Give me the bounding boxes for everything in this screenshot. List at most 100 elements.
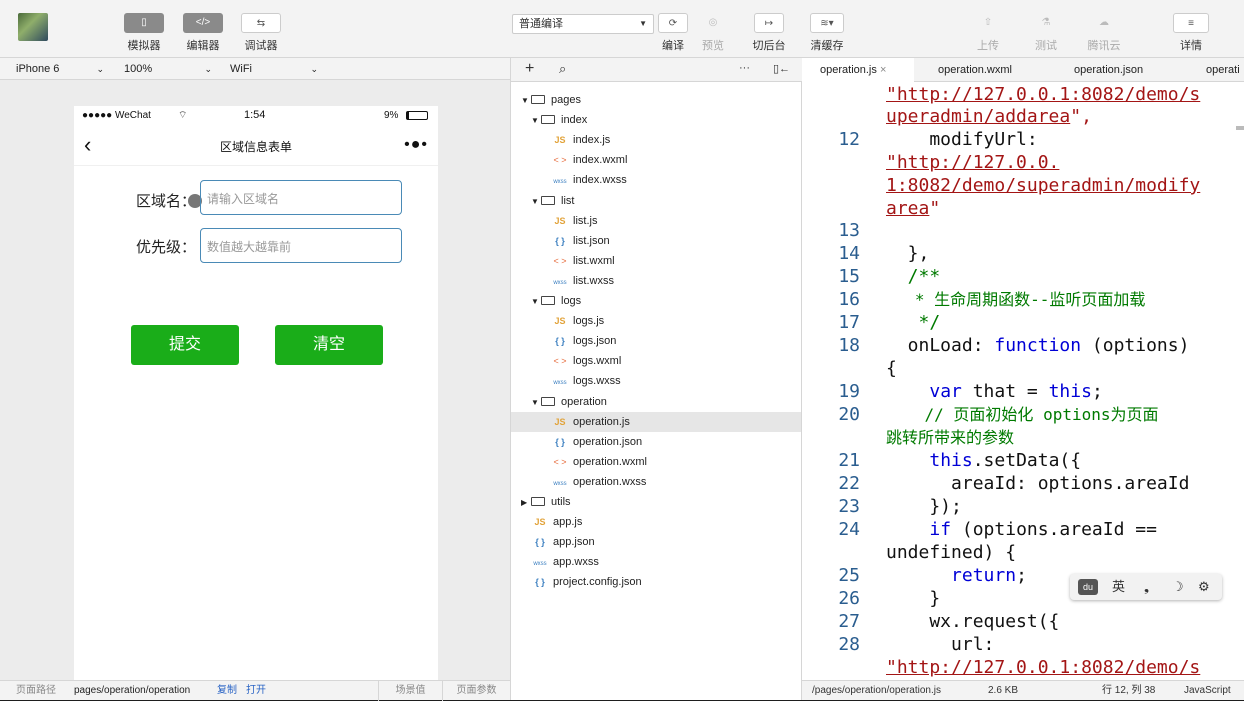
file-item[interactable]: { } app.json (511, 532, 801, 552)
tab-operation-more[interactable]: operati (1206, 58, 1240, 82)
editor-status-bar: /pages/operation/operation.js 2.6 KB 行 1… (802, 680, 1244, 700)
layers-icon: ≋▾ (810, 13, 844, 33)
cloud-icon: ☁ (1099, 17, 1109, 28)
file-name: list.js (573, 214, 598, 227)
area-name-input[interactable]: 请输入区域名 (200, 180, 402, 215)
flask-icon: ⚗ (1041, 17, 1051, 28)
file-item[interactable]: JS logs.js (511, 311, 801, 331)
cursor-position[interactable]: 行 12, 列 38 (1102, 681, 1155, 701)
file-item[interactable]: < > list.wxml (511, 251, 801, 271)
file-item[interactable]: JS list.js (511, 211, 801, 231)
string-token: "http://127.0.0.1:8082/demo/s (886, 657, 1201, 678)
keyword-token: return (951, 565, 1017, 586)
file-item[interactable]: < > index.wxml (511, 150, 801, 170)
page-params-button[interactable]: 页面参数 (442, 681, 510, 701)
moon-icon[interactable]: ☽ (1172, 574, 1184, 600)
file-item[interactable]: wxss operation.wxss (511, 472, 801, 492)
code-line: }); (886, 496, 962, 517)
collapse-icon[interactable]: ▯← (773, 62, 790, 75)
editor-button[interactable]: </> 编辑器 (173, 13, 233, 53)
details-button[interactable]: ≡ 详情 (1161, 13, 1221, 53)
file-item[interactable]: { } project.config.json (511, 572, 801, 592)
zoom-select[interactable]: 100% ⌄ (124, 58, 212, 80)
copy-link[interactable]: 复制 (217, 681, 237, 701)
more-icon[interactable]: ··· (739, 62, 750, 74)
backend-button[interactable]: ↦ 切后台 (740, 13, 798, 53)
submit-button[interactable]: 提交 (131, 325, 239, 365)
file-item[interactable]: < > operation.wxml (511, 452, 801, 472)
wifi-icon: ⌔ (178, 110, 188, 121)
tab-operation-json[interactable]: operation.json (1074, 58, 1143, 82)
scrollbar-thumb[interactable] (1236, 126, 1244, 130)
upload-button[interactable]: ⇧ 上传 (958, 13, 1018, 53)
folder-item[interactable]: ▼ index (511, 110, 801, 130)
json-file-icon: { } (555, 235, 565, 246)
open-link[interactable]: 打开 (246, 681, 266, 701)
caret-down-icon[interactable]: ▼ (521, 91, 531, 111)
file-item[interactable]: wxss index.wxss (511, 170, 801, 190)
file-item[interactable]: { } operation.json (511, 432, 801, 452)
simulator-button[interactable]: ▯ 模拟器 (114, 13, 174, 53)
json-file-icon: { } (555, 436, 565, 447)
caret-down-icon[interactable]: ▼ (531, 192, 541, 212)
file-name: logs.json (573, 335, 617, 348)
file-item[interactable]: wxss app.wxss (511, 552, 801, 572)
test-button[interactable]: ⚗ 测试 (1016, 13, 1076, 53)
file-item[interactable]: < > logs.wxml (511, 351, 801, 371)
file-name: list (561, 194, 575, 207)
caret-down-icon[interactable]: ▼ (531, 292, 541, 312)
ime-language-toggle[interactable]: 英 (1112, 574, 1125, 600)
code-line: "http://127.0.0.1:8082/demo/s (886, 84, 1200, 106)
line-number: 14 (838, 243, 860, 264)
device-select[interactable]: iPhone 6 ⌄ (16, 58, 104, 80)
file-item[interactable]: JS operation.js (511, 411, 801, 432)
gear-icon[interactable]: ⚙ (1198, 574, 1210, 600)
network-value: WiFi (230, 63, 252, 75)
wxss-file-icon: wxss (553, 279, 567, 286)
comment-line: */ (886, 312, 941, 333)
file-item[interactable]: JS app.js (511, 512, 801, 532)
ime-logo-icon[interactable]: du (1078, 579, 1098, 595)
wxss-file-icon: wxss (553, 380, 567, 387)
close-icon[interactable]: × (880, 64, 886, 76)
file-item[interactable]: { } list.json (511, 231, 801, 251)
file-item[interactable]: { } logs.json (511, 331, 801, 351)
avatar[interactable] (18, 13, 48, 41)
compile-mode-value: 普通编译 (519, 18, 563, 30)
priority-input[interactable]: 数值越大越靠前 (200, 228, 402, 263)
file-item[interactable]: wxss list.wxss (511, 271, 801, 291)
preview-button[interactable]: ◎ 预览 (684, 13, 742, 53)
punctuation-icon[interactable]: ❟ (1144, 574, 1149, 600)
tab-operation-js[interactable]: operation.js × (802, 58, 914, 82)
file-item[interactable]: JS index.js (511, 130, 801, 150)
cloud-button[interactable]: ☁ 腾讯云 (1074, 13, 1134, 53)
network-select[interactable]: WiFi ⌄ (230, 58, 318, 80)
compile-mode-select[interactable]: 普通编译 ▼ (512, 14, 654, 34)
file-item[interactable]: wxss logs.wxss (511, 371, 801, 391)
tab-operation-wxml[interactable]: operation.wxml (938, 58, 1012, 82)
folder-item[interactable]: ▼ list (511, 191, 801, 211)
compile-label: 编译 (662, 40, 684, 52)
folder-icon (541, 396, 555, 406)
folder-item[interactable]: ▶ utils (511, 492, 801, 512)
folder-item[interactable]: ▼ pages (511, 90, 801, 110)
debugger-button[interactable]: ⇆ 调试器 (231, 13, 291, 53)
caret-down-icon[interactable]: ▼ (531, 393, 541, 413)
caret-right-icon[interactable]: ▶ (521, 493, 531, 513)
more-options-icon[interactable]: •●• (404, 136, 428, 154)
search-icon[interactable]: ⌕ (559, 61, 566, 77)
language-mode[interactable]: JavaScript (1184, 681, 1231, 701)
file-name: index.wxml (573, 154, 628, 167)
caret-down-icon[interactable]: ▼ (531, 111, 541, 131)
clear-cache-button[interactable]: ≋▾ 清缓存 (798, 13, 856, 53)
clear-button[interactable]: 清空 (275, 325, 383, 365)
code-token: (options) (1081, 335, 1190, 356)
code-token: that = (961, 381, 1049, 402)
folder-item[interactable]: ▼ logs (511, 291, 801, 311)
upload-icon: ⇧ (983, 17, 993, 28)
folder-item[interactable]: ▼ operation (511, 392, 801, 412)
scene-value-button[interactable]: 场景值 (378, 681, 442, 701)
preview-label: 预览 (702, 40, 724, 52)
add-file-icon[interactable]: + (525, 60, 534, 78)
